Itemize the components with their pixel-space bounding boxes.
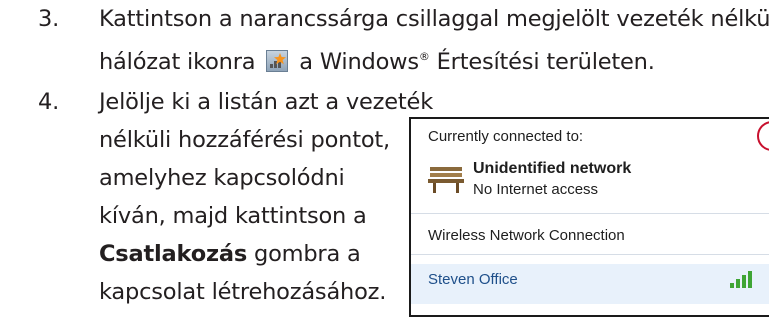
divider <box>411 254 769 255</box>
step-3-line-2: hálózat ikonra a Windows® Értesítési ter… <box>99 49 655 75</box>
wireless-network-star-icon <box>266 50 289 72</box>
signal-bars-icon <box>730 271 752 288</box>
connect-button-name: Csatlakozás <box>99 241 248 267</box>
network-name: Unidentified network <box>473 160 632 177</box>
network-status: No Internet access <box>473 181 599 198</box>
currently-connected-label: Currently connected to: <box>428 128 584 145</box>
step-3-line-1: Kattintson a narancssárga csillaggal meg… <box>99 6 769 32</box>
step-4-number: 4. <box>38 89 60 115</box>
step-3-text: Kattintson a narancssárga csillaggal meg… <box>99 0 769 76</box>
step-3-number: 3. <box>38 6 60 32</box>
divider <box>411 213 769 214</box>
section-title: Wireless Network Connection <box>428 227 625 244</box>
network-list-panel: Currently connected to: Unidentified net… <box>409 117 769 317</box>
network-list-item-label: Steven Office <box>428 271 518 288</box>
bench-icon <box>428 167 464 193</box>
highlight-circle <box>757 121 769 151</box>
step-4-text: Jelölje ki a listán azt a vezeték nélkül… <box>99 89 434 305</box>
